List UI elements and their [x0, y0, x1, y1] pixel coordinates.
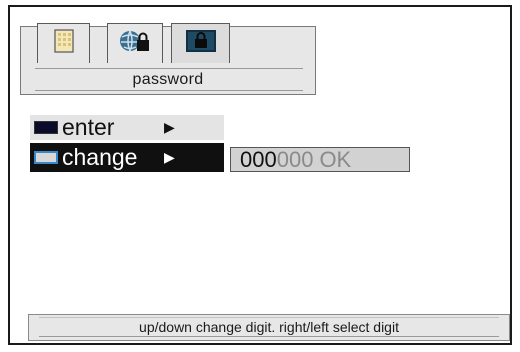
menu-item-label: enter — [62, 114, 115, 140]
status-text: up/down change digit. right/left select … — [139, 319, 399, 335]
menu-item-change[interactable]: change ▶ — [30, 143, 224, 172]
password-input[interactable]: 000000 OK — [230, 147, 410, 172]
password-entered-digits: 000 — [240, 147, 277, 172]
chevron-right-icon: ▶ — [164, 149, 175, 165]
tab-password[interactable] — [171, 23, 230, 63]
password-pending-digits: 000 — [276, 147, 314, 172]
chevron-right-icon: ▶ — [164, 119, 175, 135]
globe-lock-icon — [118, 28, 152, 59]
tab-general[interactable] — [37, 23, 90, 63]
tab-network[interactable] — [107, 23, 163, 63]
status-bar: up/down change digit. right/left select … — [28, 314, 510, 341]
divider — [39, 317, 499, 318]
lock-icon — [185, 29, 217, 58]
menu-item-label: change — [62, 144, 138, 170]
page-title: password — [132, 71, 204, 88]
divider — [35, 68, 303, 69]
remote-icon — [34, 121, 58, 134]
divider — [39, 336, 499, 337]
keyboard-icon — [34, 151, 58, 164]
ok-label: OK — [319, 147, 352, 172]
grid-settings-icon — [53, 29, 74, 58]
divider — [35, 90, 303, 91]
settings-tabbar: password — [20, 23, 316, 95]
menu-item-enter[interactable]: enter ▶ — [30, 114, 224, 140]
